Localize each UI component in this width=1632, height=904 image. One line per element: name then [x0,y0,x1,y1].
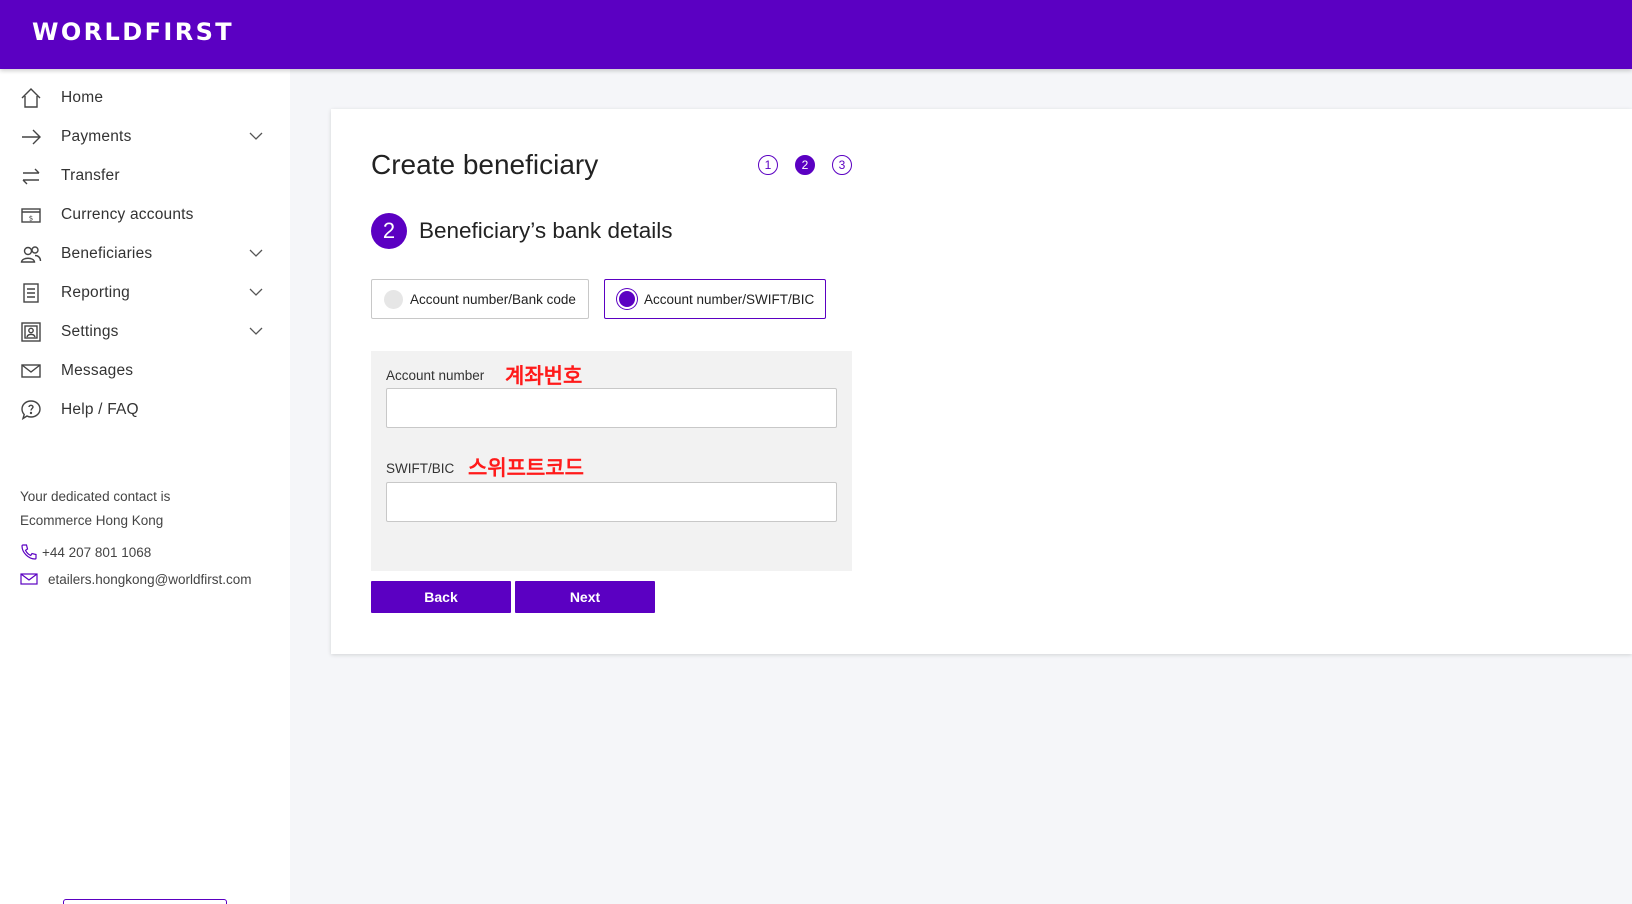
sidebar-item-label: Settings [61,322,119,340]
radio-unselected[interactable] [384,289,403,309]
section-title: Beneficiary’s bank details [419,218,673,243]
step-3: 3 [832,155,852,175]
create-beneficiary-card: Create beneficiary 1 2 3 2 Beneficiary’s… [331,109,1632,654]
chevron-down-icon[interactable] [248,129,264,143]
step-indicator: 1 2 3 [758,155,852,175]
sidebar-item-help-faq[interactable]: Help / FAQ [0,390,290,429]
contact-email[interactable]: etailers.hongkong@worldfirst.com [48,572,252,587]
dedicated-contact: Your dedicated contact is Ecommerce Hong… [20,485,280,587]
account-number-input[interactable] [386,388,837,428]
contact-email-row[interactable]: etailers.hongkong@worldfirst.com [20,571,252,587]
sidebar-item-label: Help / FAQ [61,400,139,418]
sidebar-item-label: Currency accounts [61,205,194,223]
sidebar-item-transfer[interactable]: Transfer [0,156,290,195]
sidebar-item-currency-accounts[interactable]: $ Currency accounts [0,195,290,234]
option-account-swift-bic[interactable]: Account number/SWIFT/BIC [604,279,826,319]
people-icon [19,243,43,265]
svg-text:$: $ [29,215,33,223]
bank-details-form: Account number 계좌번호 SWIFT/BIC 스위프트코드 [371,351,852,571]
sidebar-item-beneficiaries[interactable]: Beneficiaries [0,234,290,273]
swift-bic-annotation: 스위프트코드 [468,456,584,480]
section-header: 2 Beneficiary’s bank details [371,213,672,249]
contact-name: Ecommerce Hong Kong [20,513,164,528]
radio-selected[interactable] [619,291,635,307]
help-bubble-icon [19,399,43,421]
home-icon [19,87,43,109]
sidebar-bottom-button[interactable] [63,899,227,904]
contact-phone-row[interactable]: +44 207 801 1068 [20,543,151,561]
sidebar-item-reporting[interactable]: Reporting [0,273,290,312]
worldfirst-logo[interactable]: WORLDFIRST [32,18,234,46]
report-document-icon [19,282,43,304]
sidebar-item-label: Beneficiaries [61,244,153,262]
option-account-bank-code[interactable]: Account number/Bank code [371,279,589,319]
settings-profile-icon [19,321,43,343]
sidebar-item-payments[interactable]: Payments [0,117,290,156]
chevron-down-icon[interactable] [248,324,264,338]
section-number: 2 [371,213,407,249]
sidebar-item-messages[interactable]: Messages [0,351,290,390]
phone-icon [20,543,42,561]
sidebar-item-label: Payments [61,127,132,145]
option-label: Account number/Bank code [410,291,576,307]
sidebar-item-label: Reporting [61,283,131,301]
chevron-down-icon[interactable] [248,246,264,260]
currency-account-icon: $ [19,204,43,226]
chevron-down-icon[interactable] [248,285,264,299]
account-number-label: Account number [386,368,485,383]
envelope-icon [19,360,43,382]
back-button[interactable]: Back [371,581,511,613]
sidebar-item-label: Home [61,88,104,106]
contact-phone[interactable]: +44 207 801 1068 [42,545,151,560]
top-bar: WORLDFIRST [0,0,1632,69]
swift-bic-input[interactable] [386,482,837,522]
account-number-annotation: 계좌번호 [505,364,583,388]
option-label: Account number/SWIFT/BIC [644,291,815,307]
sidebar-item-settings[interactable]: Settings [0,312,290,351]
page-title: Create beneficiary [371,149,599,180]
swift-bic-label: SWIFT/BIC [386,461,455,476]
sidebar: Home Payments Transfer $ Currency accoun… [0,69,290,904]
step-1: 1 [758,155,778,175]
next-button[interactable]: Next [515,581,655,613]
transfer-arrows-icon [19,165,43,187]
contact-intro: Your dedicated contact is [20,489,171,504]
email-icon [20,571,48,587]
sidebar-item-label: Messages [61,361,134,379]
step-2-active: 2 [795,155,815,175]
arrow-right-icon [19,126,43,148]
sidebar-item-label: Transfer [61,166,120,184]
sidebar-nav: Home Payments Transfer $ Currency accoun… [0,78,290,429]
sidebar-item-home[interactable]: Home [0,78,290,117]
